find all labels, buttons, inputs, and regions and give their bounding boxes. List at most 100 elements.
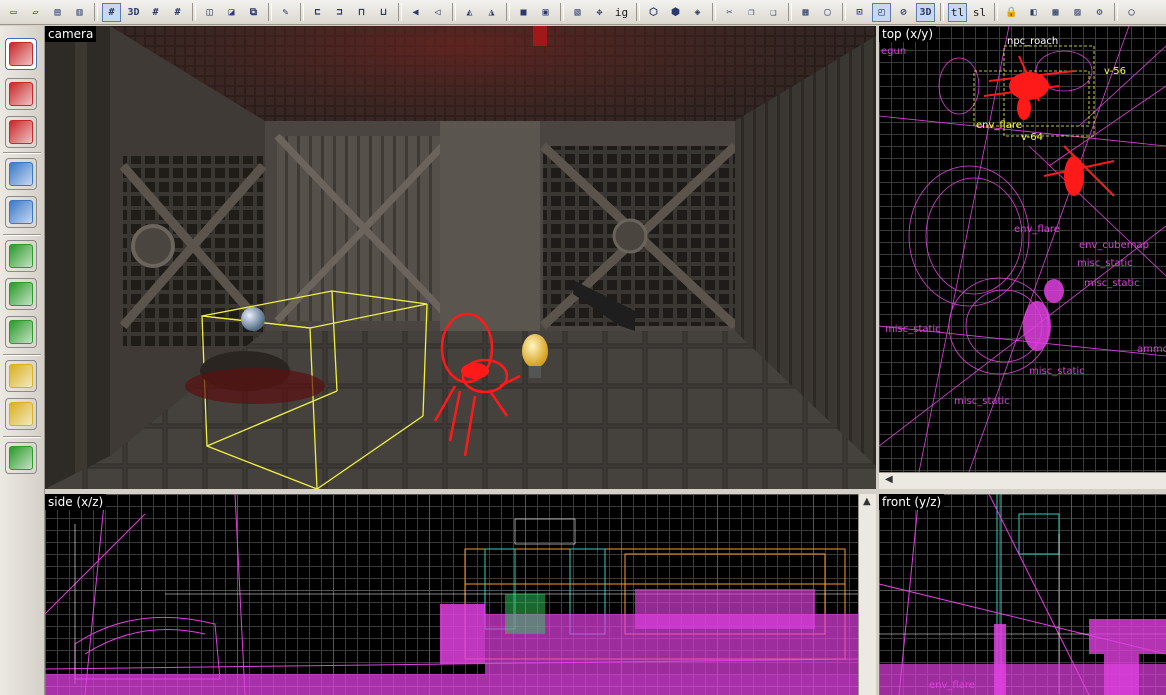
select-box-icon-glyph: ▢ <box>824 6 831 18</box>
tools-icon[interactable]: ⚙ <box>1090 3 1109 22</box>
select-box-icon[interactable]: ▢ <box>818 3 837 22</box>
top-entity-label: env_flare <box>976 120 1022 131</box>
grid-icon[interactable]: # <box>102 2 121 22</box>
hollow-icon[interactable]: ▣ <box>536 3 555 22</box>
texture-tool-icon <box>9 244 33 268</box>
cordon-edit-icon[interactable]: ⬢ <box>666 3 685 22</box>
top-viewport[interactable]: top (x/y) npc_roach egun v-56 env_flare … <box>879 26 1166 472</box>
vertex-icon[interactable]: ✥ <box>590 3 609 22</box>
toolbar-separator <box>636 3 640 21</box>
decal-tool-button[interactable] <box>5 316 37 348</box>
hide-icon[interactable]: ◈ <box>688 3 707 22</box>
overlay-tool-button[interactable] <box>5 360 37 392</box>
select-mode-icon[interactable]: ◰ <box>872 2 891 22</box>
ignore-groups-icon[interactable]: ⧉ <box>244 3 263 22</box>
open-file-icon[interactable]: ▱ <box>26 3 45 22</box>
color-icon-glyph: ◧ <box>1030 6 1037 18</box>
align-bottom-icon[interactable]: ⊔ <box>374 3 393 22</box>
zoom-fit-icon[interactable]: ⊡ <box>850 3 869 22</box>
overlay-tool-icon <box>9 364 33 388</box>
scroll-up-icon[interactable]: ▲ <box>863 496 871 507</box>
align-left-icon[interactable]: ⊏ <box>308 3 327 22</box>
align-top-icon[interactable]: ⊓ <box>352 3 371 22</box>
flip-vertical-icon-glyph: ◁ <box>434 6 441 18</box>
save-icon[interactable]: ▤ <box>48 3 67 22</box>
apply-texture-button[interactable] <box>5 278 37 310</box>
3d-view-icon[interactable]: 3D <box>916 2 935 22</box>
toolbar-separator <box>452 3 456 21</box>
align-right-icon[interactable]: ⊐ <box>330 3 349 22</box>
group-icon[interactable]: ◫ <box>200 3 219 22</box>
rotate-ccw-icon-glyph: ◮ <box>488 6 495 18</box>
camera-viewport[interactable]: camera <box>45 26 876 489</box>
entity-tool-icon <box>9 162 33 186</box>
toolbar-separator <box>842 3 846 21</box>
tool-separator <box>3 436 41 438</box>
clip-icon[interactable]: ▧ <box>568 3 587 22</box>
new-file-icon[interactable]: ▭ <box>4 3 23 22</box>
3d-grid-icon[interactable]: 3D <box>124 3 143 22</box>
texture-lock-icon[interactable]: ✎ <box>276 3 295 22</box>
side-viewport[interactable]: side (x/z) <box>45 494 858 695</box>
camera-tool-icon <box>9 120 33 144</box>
sl-toggle[interactable]: sl <box>970 3 989 22</box>
toolbar-separator <box>506 3 510 21</box>
toolbar-separator <box>940 3 944 21</box>
carve-icon[interactable]: ■ <box>514 3 533 22</box>
tool-separator <box>3 354 41 356</box>
camera-tool-button[interactable] <box>5 116 37 148</box>
entity-tool-button[interactable] <box>5 158 37 190</box>
lock-icon-glyph: 🔒 <box>1005 6 1018 18</box>
align-left-icon-glyph: ⊏ <box>314 6 321 18</box>
magnify-tool-button[interactable] <box>5 78 37 110</box>
ungroup-icon[interactable]: ◪ <box>222 3 241 22</box>
copy-icon[interactable]: ❐ <box>742 3 761 22</box>
toolbar-separator <box>268 3 272 21</box>
lock-icon[interactable]: 🔒 <box>1002 3 1021 22</box>
grid-smaller-icon[interactable]: # <box>146 3 165 22</box>
selection-tool-button[interactable] <box>5 38 37 70</box>
check-problems-icon-glyph: ▨ <box>1074 6 1081 18</box>
top-entity-label: misc_static <box>1029 366 1085 377</box>
entity-report-icon[interactable]: ▩ <box>1046 3 1065 22</box>
color-icon[interactable]: ◧ <box>1024 3 1043 22</box>
toolbar-separator <box>712 3 716 21</box>
check-problems-icon[interactable]: ▨ <box>1068 3 1087 22</box>
no-draw-icon[interactable]: ⊘ <box>894 3 913 22</box>
paste-icon-glyph: ❑ <box>770 6 777 18</box>
side-viewport-vscrollbar[interactable]: ▲ <box>858 494 876 695</box>
rotate-icon[interactable]: ◭ <box>460 3 479 22</box>
help-icon[interactable]: ◯ <box>1122 3 1141 22</box>
scroll-left-icon[interactable]: ◀ <box>885 474 893 485</box>
top-viewport-hscrollbar[interactable]: ◀ <box>879 472 1166 489</box>
cut-icon[interactable]: ✂ <box>720 3 739 22</box>
grid-larger-icon[interactable]: # <box>168 3 187 22</box>
group-icon-glyph: ◫ <box>206 6 213 18</box>
clipping-tool-button[interactable] <box>5 398 37 430</box>
side-viewport-label: side (x/z) <box>45 494 107 510</box>
flip-horizontal-icon[interactable]: ◀ <box>406 3 425 22</box>
clipping-tool-icon <box>9 402 33 426</box>
ig-toggle-label: ig <box>614 5 629 19</box>
texture-tool-button[interactable] <box>5 240 37 272</box>
flip-vertical-icon[interactable]: ◁ <box>428 3 447 22</box>
magnify-tool-icon <box>9 82 33 106</box>
align-top-icon-glyph: ⊓ <box>358 6 365 18</box>
vertex-tool-button[interactable] <box>5 442 37 474</box>
select-all-icon[interactable]: ▦ <box>796 3 815 22</box>
rotate-icon-glyph: ◭ <box>466 6 473 18</box>
cordon-icon[interactable]: ⬡ <box>644 3 663 22</box>
top-entity-label: misc_static <box>954 396 1010 407</box>
front-viewport[interactable]: front (y/z) env_flare <box>879 494 1166 695</box>
select-mode-icon-glyph: ◰ <box>878 6 885 18</box>
block-tool-button[interactable] <box>5 196 37 228</box>
rotate-ccw-icon[interactable]: ◮ <box>482 3 501 22</box>
save-as-icon[interactable]: ▥ <box>70 3 89 22</box>
ungroup-icon-glyph: ◪ <box>228 6 235 18</box>
paste-icon[interactable]: ❑ <box>764 3 783 22</box>
texture-lock-toggle[interactable]: tl <box>948 2 967 22</box>
top-entity-label: v-64 <box>1021 132 1043 143</box>
3d-view-icon-glyph: 3D <box>919 6 932 18</box>
main-toolbar: ▭ ▱ ▤ ▥ #3D # # ◫ ◪ ⧉ ✎ ⊏ ⊐ ⊓ ⊔ ◀ ◁ ◭ ◮ ■ ▣ ▧ ✥ ig ⬡ ⬢ ◈ ✂ ❐ ❑ ▦ ▢ ⊡ ◰ ⊘ 3D… <box>0 0 1166 25</box>
ig-toggle[interactable]: ig <box>612 3 631 22</box>
